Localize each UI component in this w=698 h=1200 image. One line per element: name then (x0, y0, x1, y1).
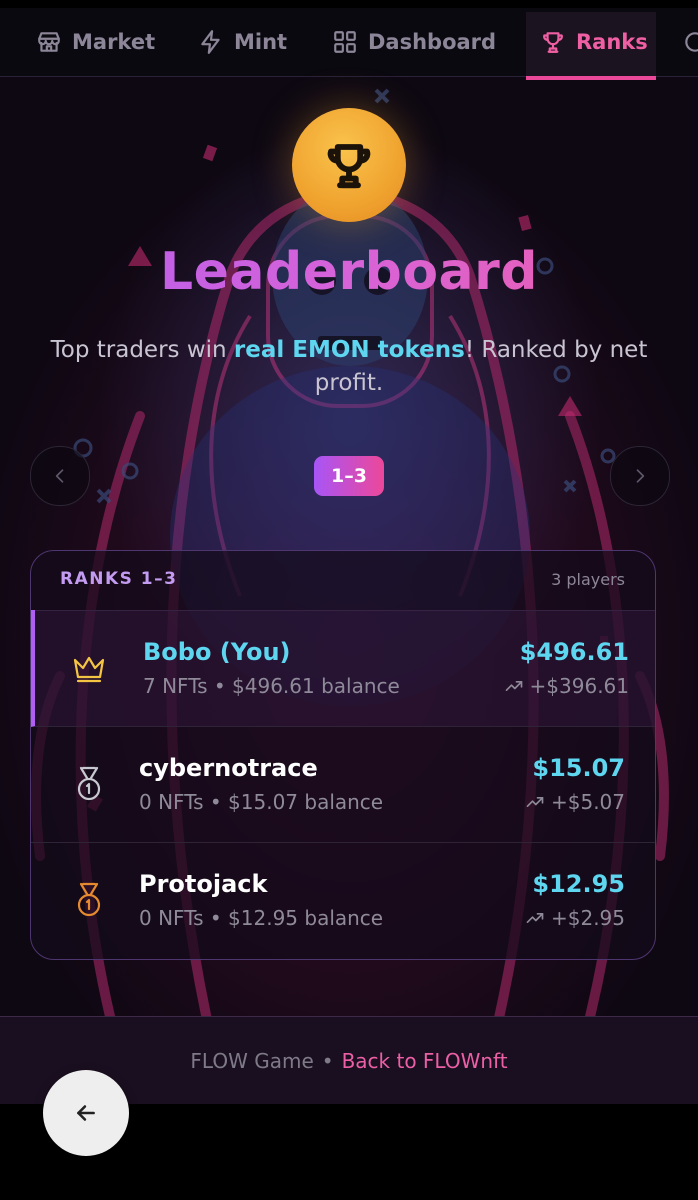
profit-value: +$5.07 (550, 790, 625, 814)
player-name: Bobo (You) (143, 638, 291, 666)
leaderboard-row[interactable]: cybernotrace 0 NFTs • $15.07 balance $15… (31, 726, 655, 843)
players-count: 3 players (551, 570, 625, 589)
player-details: 0 NFTs • $15.07 balance (139, 790, 384, 814)
store-icon (38, 32, 60, 52)
footer-brand: FLOW Game (190, 1049, 314, 1073)
trending-up-icon (526, 913, 544, 923)
player-balance: $15.07 (532, 754, 625, 782)
nav-tab-label: Dashboard (368, 30, 497, 54)
grid-icon (334, 31, 356, 53)
trophy-icon (543, 32, 563, 53)
chevron-right-icon (636, 469, 645, 483)
silver-medal-icon (69, 764, 109, 804)
player-profit: +$396.61 (504, 674, 629, 698)
arrow-left-icon (77, 1105, 95, 1121)
leaderboard-row[interactable]: Bobo (You) 7 NFTs • $496.61 balance $496… (31, 610, 655, 727)
chevron-left-icon (55, 469, 64, 483)
prev-page-button[interactable] (30, 446, 90, 506)
nav-tab-mint[interactable]: Mint (198, 8, 287, 76)
trending-up-icon (505, 681, 522, 691)
lightning-icon (201, 30, 220, 54)
nav-tab-market[interactable]: Market (36, 8, 155, 76)
ranks-range-label: RANKS 1–3 (60, 569, 178, 589)
page-title: Leaderboard (0, 242, 698, 302)
crown-icon (69, 648, 109, 688)
leaderboard-card: RANKS 1–3 3 players Bobo (You) 7 NFTs • … (30, 550, 656, 960)
leaderboard-header: RANKS 1–3 3 players (31, 551, 655, 611)
subtitle-text: Top traders win (50, 337, 234, 363)
profit-value: +$396.61 (529, 674, 629, 698)
page-indicator: 1–3 (314, 456, 384, 496)
player-name: cybernotrace (139, 754, 318, 782)
page: Market Mint Dashboard Ranks Leaderboard … (0, 0, 698, 1104)
next-page-button[interactable] (610, 446, 670, 506)
nav-tab-overflow[interactable] (682, 8, 698, 76)
trophy-icon (327, 144, 371, 189)
subtitle-highlight: real EMON tokens (233, 337, 465, 363)
player-details: 0 NFTs • $12.95 balance (139, 906, 384, 930)
player-name: Protojack (139, 870, 268, 898)
page-subtitle: Top traders win real EMON tokens! Ranked… (30, 334, 668, 400)
player-balance: $12.95 (532, 870, 625, 898)
player-balance: $496.61 (519, 638, 629, 666)
top-nav: Market Mint Dashboard Ranks (0, 8, 698, 80)
trophy-badge (292, 108, 406, 222)
nav-tab-label: Ranks (576, 30, 648, 54)
profit-value: +$2.95 (550, 906, 625, 930)
player-profit: +$5.07 (525, 790, 625, 814)
trending-up-icon (526, 797, 544, 807)
footer-separator: • (321, 1049, 334, 1073)
bronze-medal-icon (69, 880, 109, 920)
leaderboard-row[interactable]: Protojack 0 NFTs • $12.95 balance $12.95… (31, 842, 655, 958)
nav-tab-dashboard[interactable]: Dashboard (332, 8, 496, 76)
back-button[interactable] (43, 1070, 129, 1156)
partial-icon (685, 32, 698, 52)
player-profit: +$2.95 (525, 906, 625, 930)
nav-tab-label: Market (72, 30, 156, 54)
back-to-flownft-link[interactable]: Back to FLOWnft (342, 1049, 508, 1073)
player-details: 7 NFTs • $496.61 balance (143, 674, 400, 698)
nav-tab-ranks[interactable]: Ranks (540, 8, 648, 76)
nav-tab-label: Mint (234, 30, 288, 54)
